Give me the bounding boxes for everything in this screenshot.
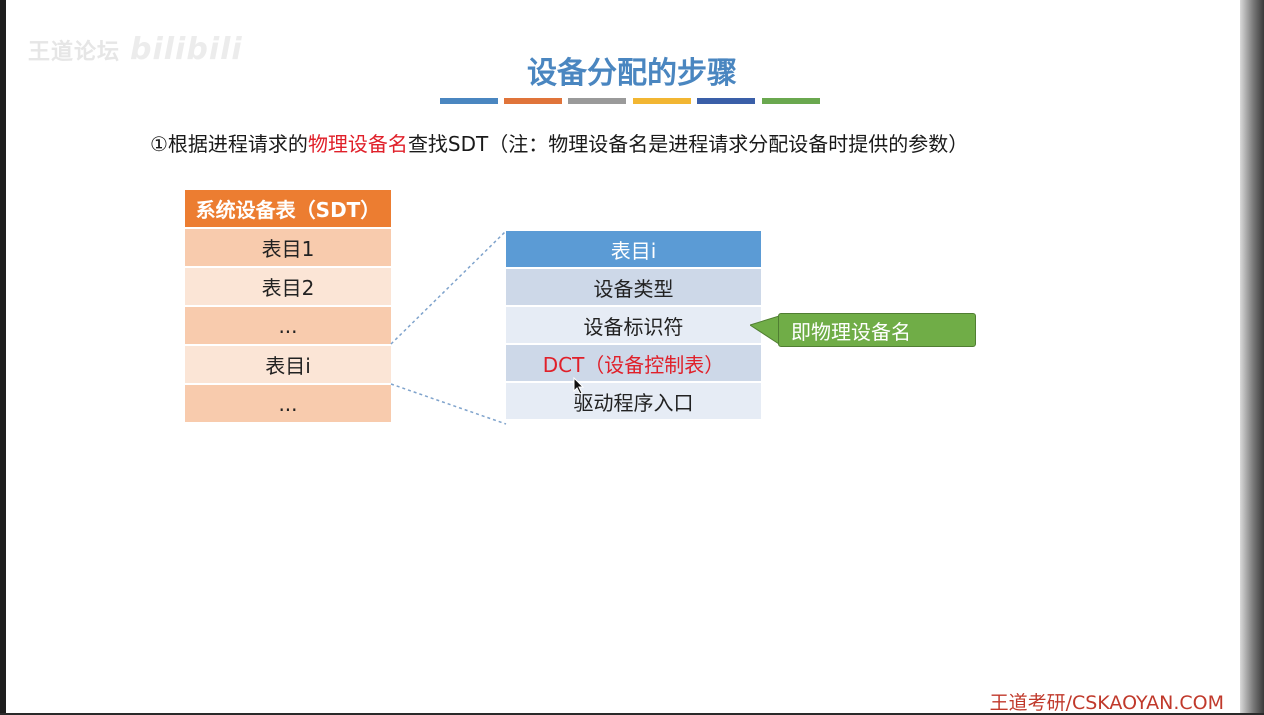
connector-line-bottom — [390, 383, 507, 425]
entry-detail-table: 表目i 设备类型 设备标识符 DCT（设备控制表） 驱动程序入口 — [506, 231, 761, 421]
callout-box: 即物理设备名 — [778, 313, 976, 347]
callout-pointer — [750, 315, 780, 345]
entry-row-dct: DCT（设备控制表） — [506, 345, 761, 383]
footer-brand: 王道考研/CSKAOYAN.COM — [989, 692, 1224, 714]
mouse-cursor-icon — [573, 377, 585, 395]
connector-line-top — [390, 230, 507, 345]
entry-row-device-type: 设备类型 — [506, 269, 761, 307]
entry-header: 表目i — [506, 231, 761, 269]
entry-row-driver-entry: 驱动程序入口 — [506, 383, 761, 421]
entry-row-device-id: 设备标识符 — [506, 307, 761, 345]
